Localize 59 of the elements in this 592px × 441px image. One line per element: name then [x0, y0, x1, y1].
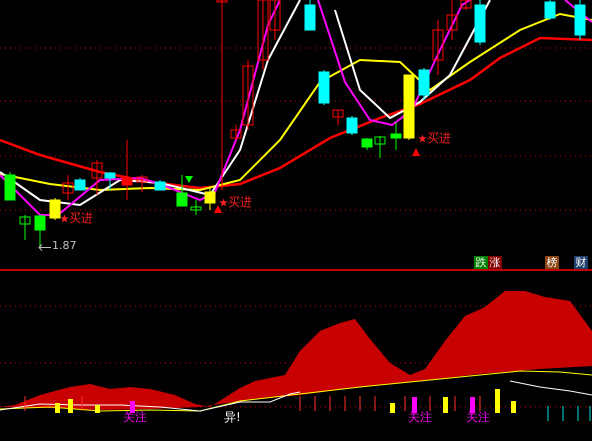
buy-signal-label: 买进: [228, 196, 252, 208]
candlestick: [34, 214, 46, 248]
candlestick: [432, 20, 444, 76]
indicator-bar: [404, 396, 406, 412]
candlestick: [390, 122, 402, 150]
star-icon: [60, 214, 69, 222]
candlestick: [474, 0, 486, 46]
indicator-bar: [390, 403, 395, 413]
indicator-bar: [314, 396, 316, 412]
badge[interactable]: 涨: [488, 256, 502, 269]
indicator-bar: [130, 401, 135, 413]
candlestick: [318, 70, 330, 106]
arrow-left-icon: [38, 244, 51, 251]
candlestick: [122, 140, 132, 200]
candlestick: [446, 0, 458, 40]
star-icon: [219, 198, 228, 206]
indicator-bar: [443, 397, 448, 413]
buy-signal-label: 买进: [69, 212, 93, 224]
candlestick: [332, 110, 344, 126]
candlestick: [346, 116, 358, 136]
candlestick: [104, 172, 116, 190]
indicator-bar: [68, 399, 73, 413]
candlestick: [92, 160, 102, 196]
candlestick: [176, 174, 188, 206]
triangle-up-icon: [412, 148, 420, 156]
candlestick: [374, 136, 386, 158]
low-price-label: 1.87: [52, 240, 76, 251]
indicator-bar: [495, 389, 500, 413]
candlestick: [418, 68, 430, 100]
triangle-down-icon: [185, 176, 193, 183]
candlestick: [4, 172, 16, 200]
candlestick: [20, 214, 30, 240]
candlestick: [190, 200, 202, 216]
star-icon: [418, 134, 427, 142]
buy-signal-label: 买进: [427, 132, 451, 144]
indicator-bar: [412, 397, 417, 413]
badge[interactable]: 财: [574, 256, 588, 269]
indicator-bar: [562, 406, 564, 422]
candlestick: [362, 138, 372, 150]
indicator-bar: [55, 403, 60, 413]
candlestick: [544, 0, 556, 20]
indicator-bar: [374, 396, 376, 412]
candlestick: [154, 180, 166, 190]
indicator-bar: [344, 396, 346, 412]
indicator-bar: [470, 397, 475, 413]
candlestick: [404, 74, 414, 140]
badge[interactable]: 跌: [474, 256, 488, 269]
candlestick: [50, 198, 60, 220]
candlestick: [574, 0, 586, 40]
badge[interactable]: 榜: [545, 256, 559, 269]
indicator-bar: [511, 401, 516, 413]
indicator-bar: [24, 396, 26, 412]
candlestick: [460, 0, 472, 10]
alert-label: 异!: [224, 411, 241, 423]
indicator-bar: [454, 396, 456, 412]
indicator-bar: [95, 405, 100, 413]
candlestick: [304, 0, 316, 30]
candlestick: [136, 174, 148, 192]
triangle-up-icon: [214, 205, 222, 213]
